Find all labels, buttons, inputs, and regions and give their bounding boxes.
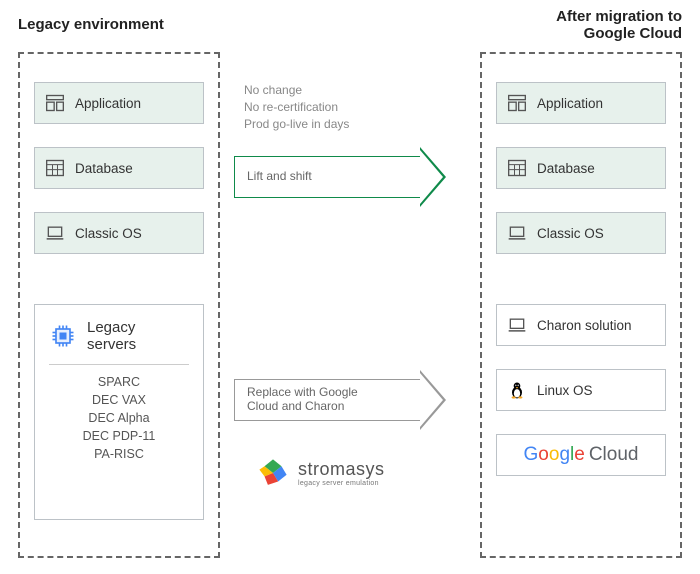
stromasys-brand: stromasys legacy server emulation xyxy=(256,456,385,490)
left-layer-label: Database xyxy=(75,161,133,176)
right-layer-application: Application xyxy=(496,82,666,124)
stromasys-name: stromasys xyxy=(298,459,385,480)
legacy-servers-list: SPARC DEC VAX DEC Alpha DEC PDP-11 PA-RI… xyxy=(49,373,189,464)
left-title: Legacy environment xyxy=(18,16,164,33)
laptop-icon xyxy=(507,223,527,243)
right-layer-classic-os: Classic OS xyxy=(496,212,666,254)
note-line: No change xyxy=(244,82,349,99)
list-item: SPARC xyxy=(49,373,189,391)
google-cloud-logo: GoogleCloud xyxy=(524,444,639,466)
right-layer-label: Application xyxy=(537,96,603,111)
left-layer-database: Database xyxy=(34,147,204,189)
laptop-icon xyxy=(507,315,527,335)
laptop-icon xyxy=(45,223,65,243)
right-layer-linux: Linux OS xyxy=(496,369,666,411)
list-item: DEC Alpha xyxy=(49,409,189,427)
right-layer-charon: Charon solution xyxy=(496,304,666,346)
right-layer-label: Database xyxy=(537,161,595,176)
right-layer-label: Classic OS xyxy=(537,226,604,241)
legacy-servers-title: Legacy servers xyxy=(87,319,136,354)
application-icon xyxy=(45,93,65,113)
list-item: DEC VAX xyxy=(49,391,189,409)
left-layer-label: Classic OS xyxy=(75,226,142,241)
arrow-lift-shift: Lift and shift xyxy=(234,147,446,207)
left-layer-classic-os: Classic OS xyxy=(34,212,204,254)
right-title: After migration to Google Cloud xyxy=(480,8,682,42)
note-line: No re-certification xyxy=(244,99,349,116)
list-item: DEC PDP-11 xyxy=(49,427,189,445)
arrow-label: Replace with Google Cloud and Charon xyxy=(247,386,358,414)
arrow-replace: Replace with Google Cloud and Charon xyxy=(234,370,446,430)
linux-icon xyxy=(507,380,527,400)
left-layer-application: Application xyxy=(34,82,204,124)
note-line: Prod go-live in days xyxy=(244,116,349,133)
list-item: PA-RISC xyxy=(49,445,189,463)
migration-notes: No change No re-certification Prod go-li… xyxy=(244,82,349,132)
right-layer-google-cloud: GoogleCloud xyxy=(496,434,666,476)
right-layer-database: Database xyxy=(496,147,666,189)
chip-icon xyxy=(49,322,77,350)
right-layer-label: Linux OS xyxy=(537,383,593,398)
stromasys-tagline: legacy server emulation xyxy=(298,480,385,487)
database-icon xyxy=(45,158,65,178)
arrow-label: Lift and shift xyxy=(247,170,312,184)
legacy-servers-box: Legacy servers SPARC DEC VAX DEC Alpha D… xyxy=(34,304,204,520)
database-icon xyxy=(507,158,527,178)
right-layer-label: Charon solution xyxy=(537,318,632,333)
stromasys-icon xyxy=(256,456,290,490)
left-layer-label: Application xyxy=(75,96,141,111)
application-icon xyxy=(507,93,527,113)
